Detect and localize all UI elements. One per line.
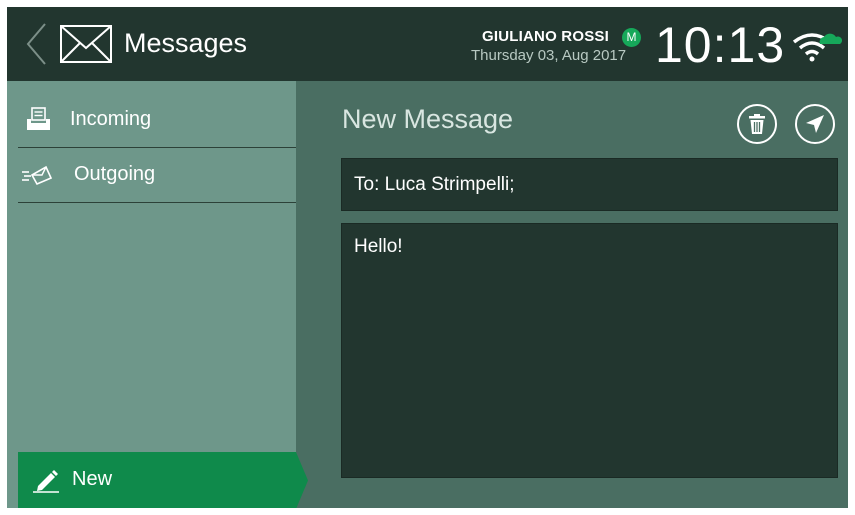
new-message-button[interactable]: New [18, 452, 308, 508]
new-button-shape [18, 452, 308, 508]
user-status-badge: M [622, 28, 641, 47]
page-title: New Message [342, 104, 514, 134]
sending-envelope-icon [22, 165, 52, 186]
send-button[interactable] [795, 104, 835, 144]
send-arrow-icon [806, 115, 824, 133]
pencil-icon [33, 470, 59, 493]
delete-button[interactable] [737, 104, 777, 144]
sidebar-item-label: Outgoing [74, 163, 156, 185]
folder-sidebar: Incoming Outgoing New [7, 81, 308, 508]
app-title: Messages [124, 28, 248, 58]
sidebar-item-incoming[interactable]: Incoming [18, 93, 296, 148]
sidebar-item-outgoing[interactable]: Outgoing [18, 148, 296, 203]
new-button-label: New [72, 468, 113, 490]
current-date: Thursday 03, Aug 2017 [471, 47, 627, 64]
recipient-field[interactable]: To: Luca Strimpelli; [341, 158, 838, 211]
envelope-icon [60, 25, 112, 63]
back-arrow-icon[interactable] [25, 22, 47, 66]
user-name: GIULIANO ROSSI [482, 28, 609, 45]
wifi-cloud-icon [792, 33, 842, 62]
message-body-field[interactable]: Hello! [341, 223, 838, 478]
inbox-tray-icon [27, 107, 50, 130]
trash-icon [749, 114, 765, 134]
sidebar-item-label: Incoming [70, 108, 152, 130]
messages-app: Messages GIULIANO ROSSI M Thursday 03, A… [7, 7, 848, 508]
top-bar: Messages GIULIANO ROSSI M Thursday 03, A… [7, 7, 848, 81]
clock: 10:13 [655, 17, 786, 73]
